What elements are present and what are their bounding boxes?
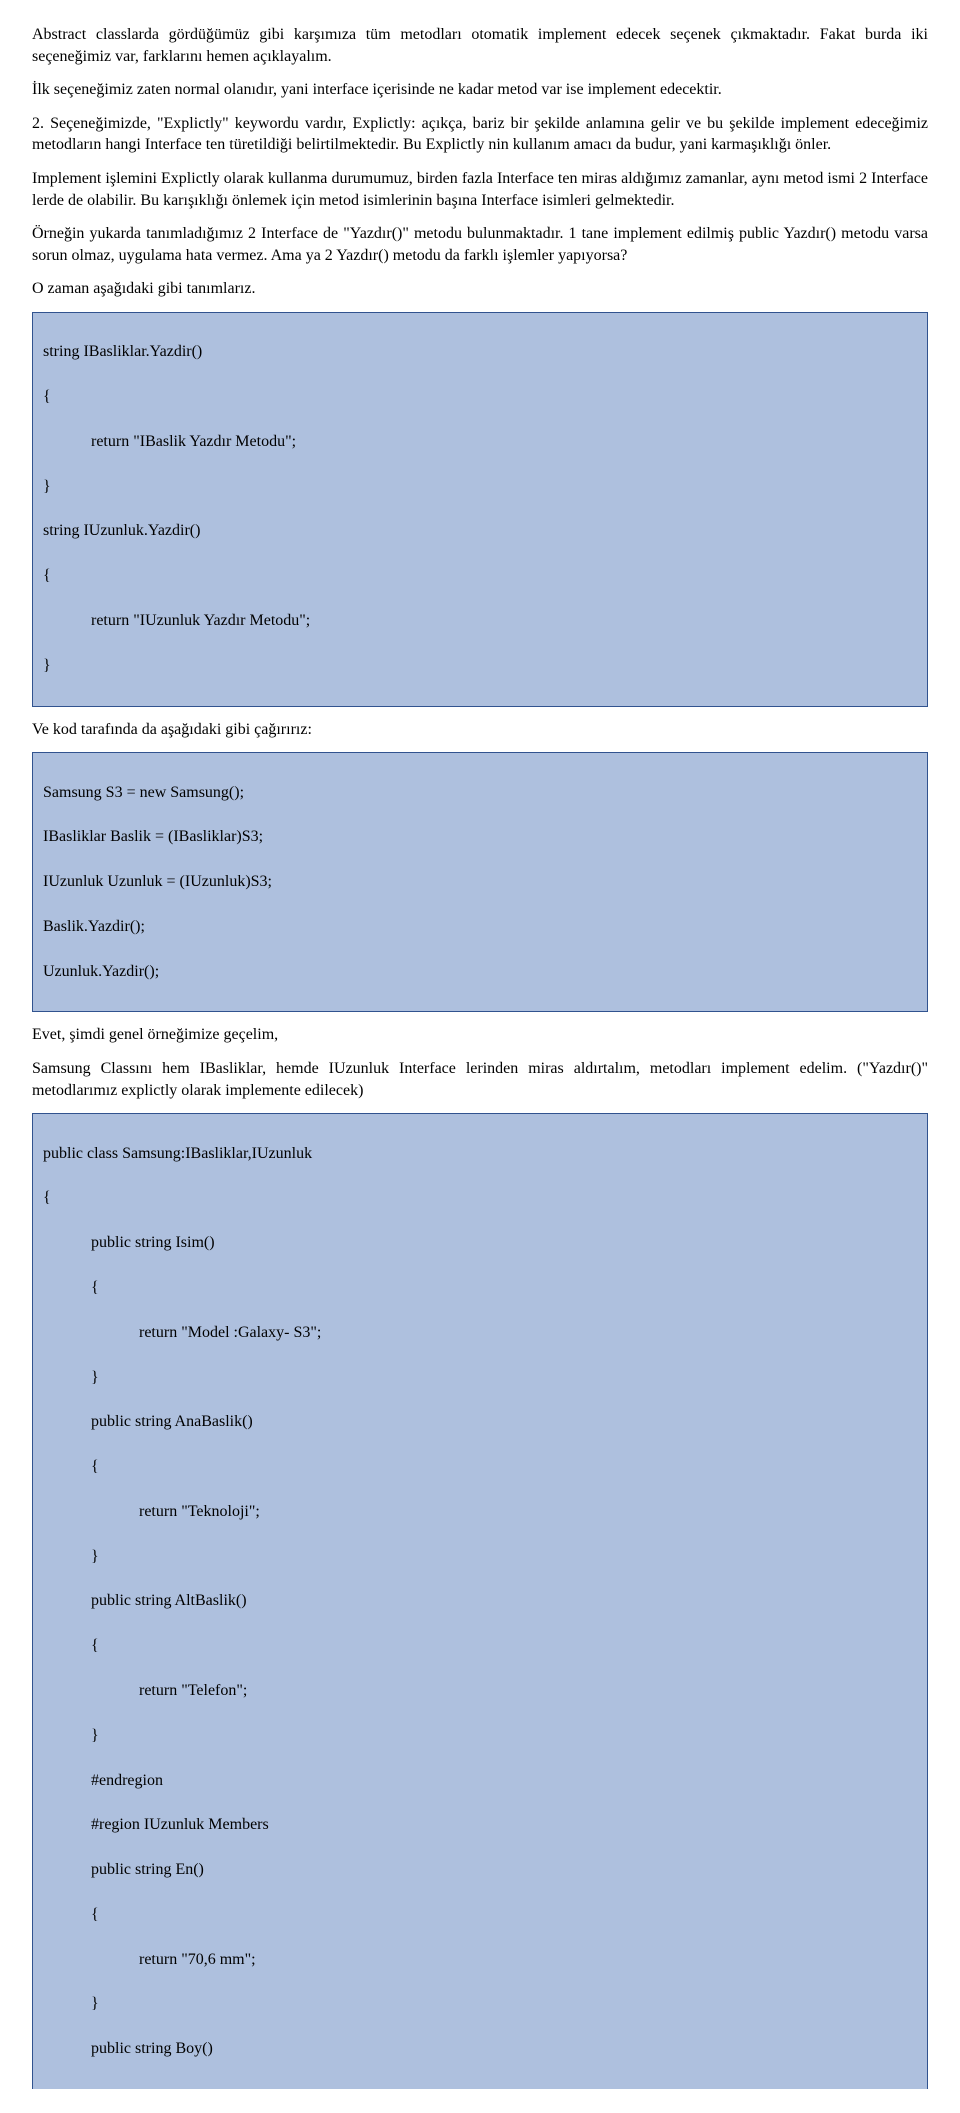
paragraph-8: Evet, şimdi genel örneğimize geçelim, [32, 1024, 928, 1046]
code-line: public string En() [43, 1859, 917, 1881]
code-line: } [43, 1993, 917, 2015]
paragraph-5: Örneğin yukarda tanımladığımız 2 Interfa… [32, 223, 928, 266]
code-line: { [43, 1456, 917, 1478]
code-line: public string Boy() [43, 2038, 917, 2060]
code-line: Samsung S3 = new Samsung(); [43, 782, 917, 804]
code-block-3: public class Samsung:IBasliklar,IUzunluk… [32, 1113, 928, 2089]
code-line: public string Isim() [43, 1232, 917, 1254]
code-line: string IBasliklar.Yazdir() [43, 341, 917, 363]
code-line: #region IUzunluk Members [43, 1814, 917, 1836]
code-line: #endregion [43, 1770, 917, 1792]
code-line: } [43, 655, 917, 677]
code-line: return "70,6 mm"; [43, 1949, 917, 1971]
code-line: { [43, 1904, 917, 1926]
code-line: return "IBaslik Yazdır Metodu"; [43, 431, 917, 453]
code-block-2: Samsung S3 = new Samsung(); IBasliklar B… [32, 752, 928, 1012]
paragraph-4: Implement işlemini Explictly olarak kull… [32, 168, 928, 211]
code-line: return "Telefon"; [43, 1680, 917, 1702]
paragraph-9: Samsung Classını hem IBasliklar, hemde I… [32, 1058, 928, 1101]
code-line: IUzunluk Uzunluk = (IUzunluk)S3; [43, 871, 917, 893]
code-line: Baslik.Yazdir(); [43, 916, 917, 938]
code-line: { [43, 1635, 917, 1657]
code-line: public string AnaBaslik() [43, 1411, 917, 1433]
paragraph-7: Ve kod tarafında da aşağıdaki gibi çağır… [32, 719, 928, 741]
paragraph-1: Abstract classlarda gördüğümüz gibi karş… [32, 24, 928, 67]
code-line: } [43, 1725, 917, 1747]
code-line: Uzunluk.Yazdir(); [43, 961, 917, 983]
paragraph-3: 2. Seçeneğimizde, "Explictly" keywordu v… [32, 113, 928, 156]
code-line: } [43, 1367, 917, 1389]
code-line: { [43, 386, 917, 408]
code-line: return "Teknoloji"; [43, 1501, 917, 1523]
code-line: return "Model :Galaxy- S3"; [43, 1322, 917, 1344]
code-line: return "IUzunluk Yazdır Metodu"; [43, 610, 917, 632]
code-line: string IUzunluk.Yazdir() [43, 520, 917, 542]
code-block-1: string IBasliklar.Yazdir() { return "IBa… [32, 312, 928, 707]
code-line: { [43, 1187, 917, 1209]
code-line: } [43, 476, 917, 498]
code-line: IBasliklar Baslik = (IBasliklar)S3; [43, 826, 917, 848]
paragraph-6: O zaman aşağıdaki gibi tanımlarız. [32, 278, 928, 300]
paragraph-2: İlk seçeneğimiz zaten normal olanıdır, y… [32, 79, 928, 101]
code-line: public class Samsung:IBasliklar,IUzunluk [43, 1143, 917, 1165]
code-line: } [43, 1546, 917, 1568]
code-line: public string AltBaslik() [43, 1590, 917, 1612]
code-line: { [43, 565, 917, 587]
code-line: { [43, 1277, 917, 1299]
